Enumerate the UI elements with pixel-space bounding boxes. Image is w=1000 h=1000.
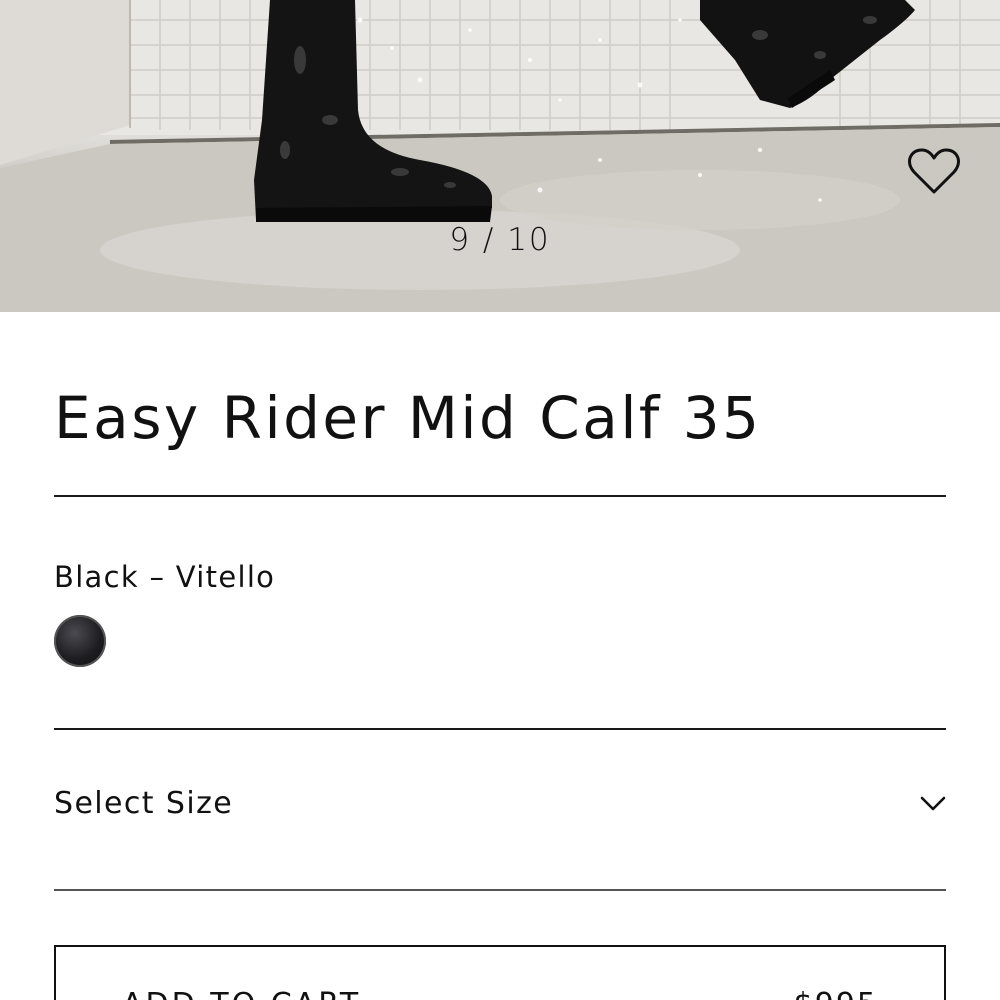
product-photo xyxy=(0,0,1000,312)
divider xyxy=(54,889,946,891)
color-swatch-black[interactable] xyxy=(54,615,106,667)
size-select-label: Select Size xyxy=(54,786,234,821)
divider xyxy=(54,495,946,497)
wishlist-button[interactable] xyxy=(908,148,968,204)
gallery-counter: 9 / 10 xyxy=(449,222,551,258)
product-image-gallery[interactable]: 9 / 10 xyxy=(0,0,1000,312)
divider xyxy=(54,728,946,730)
product-page: 9 / 10 Easy Rider Mid Calf 35 Black – Vi… xyxy=(0,0,1000,1000)
size-select[interactable]: Select Size xyxy=(54,770,946,844)
color-label: Black – Vitello xyxy=(54,560,276,594)
add-to-cart-label: ADD TO CART xyxy=(122,987,361,1000)
product-title: Easy Rider Mid Calf 35 xyxy=(54,384,762,452)
chevron-down-icon xyxy=(920,796,946,811)
heart-icon xyxy=(908,148,960,194)
add-to-cart-button[interactable]: ADD TO CART $995 xyxy=(54,945,946,1000)
price: $995 xyxy=(794,987,878,1000)
